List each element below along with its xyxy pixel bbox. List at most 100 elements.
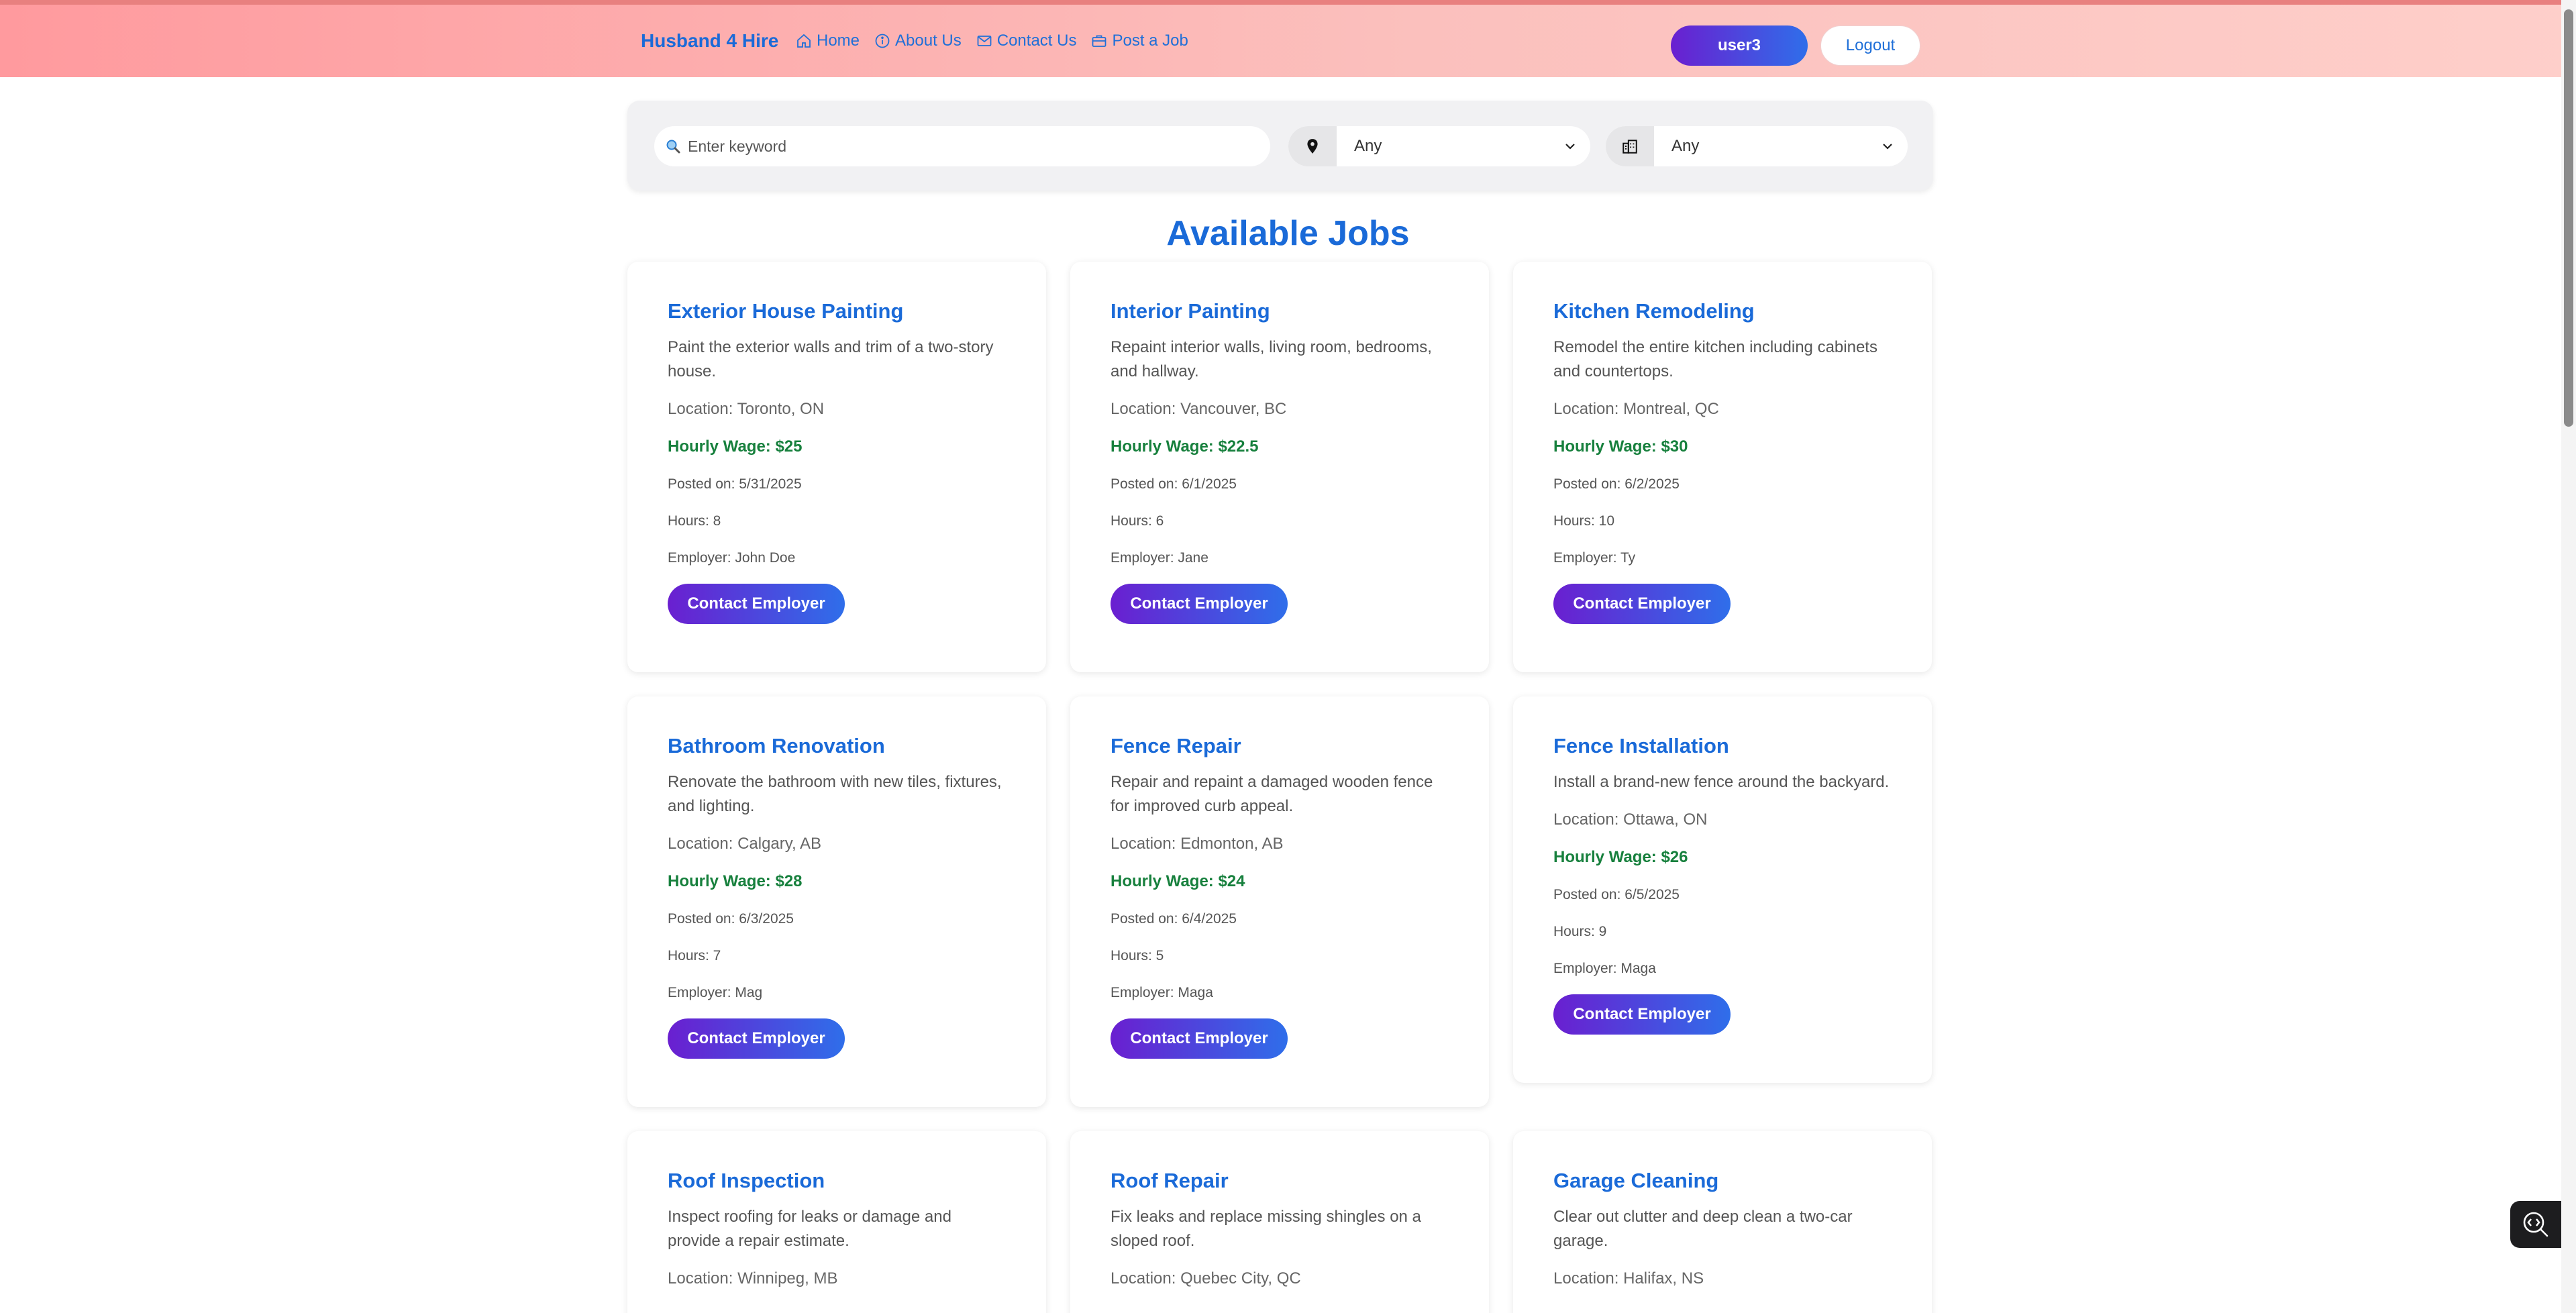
job-title[interactable]: Kitchen Remodeling — [1553, 299, 1893, 323]
nav-about-link[interactable]: About Us — [874, 32, 962, 50]
job-card: Exterior House Painting Paint the exteri… — [627, 262, 1046, 672]
contact-employer-button[interactable]: Contact Employer — [1111, 1018, 1288, 1059]
contact-employer-button[interactable]: Contact Employer — [1553, 994, 1731, 1035]
map-pin-icon — [1307, 139, 1318, 154]
job-description: Repaint interior walls, living room, bed… — [1111, 338, 1432, 380]
nav-links: Home About Us Contact Us Post a Job — [796, 32, 1188, 50]
job-hours: Hours: 9 — [1553, 924, 1607, 939]
category-select-value: Any — [1671, 137, 1700, 155]
nav-contact-label: Contact Us — [996, 32, 1077, 50]
nav-post-job-label: Post a Job — [1112, 32, 1188, 50]
location-select-value: Any — [1354, 137, 1382, 155]
job-title[interactable]: Fence Installation — [1553, 734, 1893, 758]
page-title: Available Jobs — [1166, 214, 1410, 253]
contact-employer-button[interactable]: Contact Employer — [668, 1018, 845, 1059]
home-icon — [797, 34, 811, 48]
nav-home-label: Home — [817, 32, 860, 50]
user-profile-button[interactable]: user3 — [1671, 25, 1808, 66]
job-wage: Hourly Wage: $30 — [1553, 437, 1688, 456]
building-icon — [1622, 140, 1637, 154]
mail-icon — [977, 36, 992, 46]
job-wage: Hourly Wage: $28 — [668, 872, 803, 890]
nav-contact-link[interactable]: Contact Us — [976, 32, 1077, 50]
job-location: Location: Toronto, ON — [668, 400, 825, 418]
keyword-input[interactable] — [688, 137, 1265, 156]
keyword-search-box — [654, 126, 1270, 166]
job-location: Location: Vancouver, BC — [1111, 400, 1287, 418]
job-title[interactable]: Interior Painting — [1111, 299, 1450, 323]
location-select[interactable]: Any — [1288, 126, 1590, 166]
job-posted-date: Posted on: 6/2/2025 — [1553, 476, 1680, 492]
job-posted-date: Posted on: 6/3/2025 — [668, 911, 794, 927]
logout-button[interactable]: Logout — [1820, 25, 1920, 66]
briefcase-icon — [1092, 35, 1106, 47]
navbar: Husband 4 Hire Home About Us Contact Us … — [0, 5, 2576, 77]
job-location: Location: Quebec City, QC — [1111, 1269, 1301, 1288]
job-posted-date: Posted on: 6/1/2025 — [1111, 476, 1237, 492]
job-description: Repair and repaint a damaged wooden fenc… — [1111, 773, 1433, 815]
job-location: Location: Edmonton, AB — [1111, 835, 1284, 853]
search-icon — [666, 140, 680, 154]
job-location: Location: Halifax, NS — [1553, 1269, 1704, 1288]
contact-employer-button[interactable]: Contact Employer — [1553, 584, 1731, 624]
job-location: Location: Ottawa, ON — [1553, 810, 1708, 829]
code-search-icon — [2523, 1212, 2548, 1237]
job-description: Clear out clutter and deep clean a two-c… — [1553, 1208, 1853, 1250]
job-posted-date: Posted on: 6/4/2025 — [1111, 911, 1237, 927]
nav-home-link[interactable]: Home — [796, 32, 860, 50]
location-select-icon-box — [1288, 126, 1337, 166]
job-posted-date: Posted on: 6/5/2025 — [1553, 887, 1680, 902]
job-employer: Employer: John Doe — [668, 550, 796, 566]
contact-employer-button[interactable]: Contact Employer — [668, 584, 845, 624]
job-employer: Employer: Maga — [1111, 985, 1213, 1000]
page-scrollbar-thumb[interactable] — [2564, 9, 2573, 427]
nav-post-job-link[interactable]: Post a Job — [1091, 32, 1188, 50]
chevron-down-icon — [1550, 140, 1590, 153]
job-employer: Employer: Maga — [1553, 961, 1656, 976]
job-description: Fix leaks and replace missing shingles o… — [1111, 1208, 1421, 1250]
job-description: Inspect roofing for leaks or damage and … — [668, 1208, 951, 1250]
job-location: Location: Winnipeg, MB — [668, 1269, 838, 1288]
job-card: Bathroom Renovation Renovate the bathroo… — [627, 696, 1046, 1107]
job-title[interactable]: Garage Cleaning — [1553, 1169, 1893, 1193]
job-card: Interior Painting Repaint interior walls… — [1070, 262, 1489, 672]
job-description: Renovate the bathroom with new tiles, fi… — [668, 773, 1002, 815]
job-wage: Hourly Wage: $26 — [1553, 848, 1688, 866]
job-wage: Hourly Wage: $22.5 — [1111, 437, 1259, 456]
job-wage: Hourly Wage: $25 — [668, 437, 803, 456]
job-posted-date: Posted on: 5/31/2025 — [668, 476, 802, 492]
chevron-down-icon — [1867, 140, 1908, 153]
job-location: Location: Montreal, QC — [1553, 400, 1719, 418]
job-title[interactable]: Roof Repair — [1111, 1169, 1450, 1193]
job-title[interactable]: Exterior House Painting — [668, 299, 1007, 323]
category-select-icon-box — [1606, 126, 1654, 166]
job-description: Paint the exterior walls and trim of a t… — [668, 338, 994, 380]
job-card: Fence Installation Install a brand-new f… — [1513, 696, 1932, 1083]
search-panel: Any Any — [627, 101, 1933, 191]
job-hours: Hours: 7 — [668, 948, 721, 963]
contact-employer-button[interactable]: Contact Employer — [1111, 584, 1288, 624]
floating-helper-widget[interactable] — [2510, 1201, 2561, 1248]
job-employer: Employer: Ty — [1553, 550, 1636, 566]
job-hours: Hours: 10 — [1553, 513, 1615, 529]
job-location: Location: Calgary, AB — [668, 835, 822, 853]
brand-logo[interactable]: Husband 4 Hire — [641, 30, 778, 52]
job-card: Roof Repair Fix leaks and replace missin… — [1070, 1131, 1489, 1313]
job-title[interactable]: Fence Repair — [1111, 734, 1450, 758]
job-title[interactable]: Bathroom Renovation — [668, 734, 1007, 758]
job-title[interactable]: Roof Inspection — [668, 1169, 1007, 1193]
job-employer: Employer: Jane — [1111, 550, 1208, 566]
job-hours: Hours: 8 — [668, 513, 721, 529]
job-card: Roof Inspection Inspect roofing for leak… — [627, 1131, 1046, 1313]
category-select[interactable]: Any — [1606, 126, 1908, 166]
job-hours: Hours: 5 — [1111, 948, 1164, 963]
job-employer: Employer: Mag — [668, 985, 763, 1000]
top-accent-line — [0, 0, 2576, 5]
job-card: Fence Repair Repair and repaint a damage… — [1070, 696, 1489, 1107]
job-description: Remodel the entire kitchen including cab… — [1553, 338, 1877, 380]
job-card: Garage Cleaning Clear out clutter and de… — [1513, 1131, 1932, 1313]
job-card: Kitchen Remodeling Remodel the entire ki… — [1513, 262, 1932, 672]
job-description: Install a brand-new fence around the bac… — [1553, 773, 1890, 791]
job-hours: Hours: 6 — [1111, 513, 1164, 529]
nav-about-label: About Us — [895, 32, 962, 50]
